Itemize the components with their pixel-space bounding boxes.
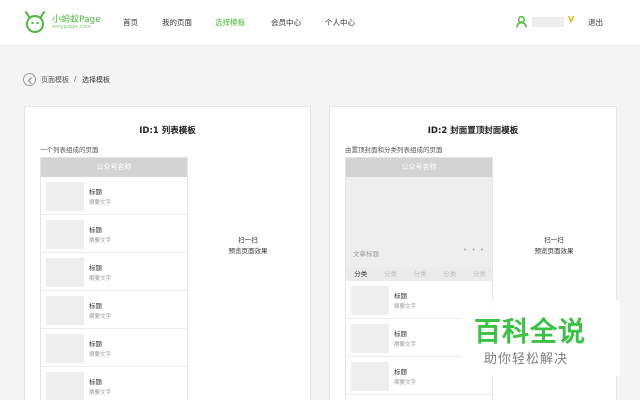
breadcrumb-separator: / bbox=[74, 75, 77, 83]
thumbnail-placeholder bbox=[351, 286, 389, 315]
thumbnail-placeholder bbox=[46, 182, 84, 211]
breadcrumb-current: 选择模板 bbox=[82, 76, 110, 84]
user-icon[interactable] bbox=[516, 16, 527, 28]
list-item: 标题 摘要文字 bbox=[41, 215, 187, 253]
scan-label: 扫一扫 bbox=[238, 236, 258, 244]
item-summary: 摘要文字 bbox=[89, 314, 112, 320]
item-title: 标题 bbox=[89, 188, 102, 196]
item-summary: 摘要文字 bbox=[89, 200, 112, 206]
category-tab: 分类 bbox=[354, 270, 368, 278]
category-tabs: 分类 分类 分类 分类 分类 bbox=[346, 267, 492, 281]
item-title: 标题 bbox=[394, 368, 407, 376]
scan-preview[interactable]: 扫一扫 预览页面效果 bbox=[514, 235, 594, 257]
item-summary: 摘要文字 bbox=[89, 390, 112, 396]
category-tab: 分类 bbox=[472, 270, 486, 278]
logo-subtitle: xmypage.com bbox=[52, 24, 92, 30]
category-tab: 分类 bbox=[443, 270, 457, 278]
template-description: 一个列表组成的页面 bbox=[40, 146, 99, 154]
thumbnail-placeholder bbox=[46, 296, 84, 325]
watermark-logo: 百科全说 bbox=[474, 317, 586, 348]
username-redacted[interactable] bbox=[532, 17, 564, 27]
template-title: ID:1 列表模板 bbox=[139, 126, 196, 136]
logout-link[interactable]: 退出 bbox=[588, 17, 603, 28]
cover-article-title: 文章标题 bbox=[353, 250, 379, 258]
top-header: 小蚂蚁Page xmypage.com 首页 我的页面 选择模板 会员中心 个人… bbox=[0, 0, 640, 46]
thumbnail-placeholder bbox=[46, 220, 84, 249]
category-tab: 分类 bbox=[413, 270, 427, 278]
item-summary: 摘要文字 bbox=[89, 276, 112, 282]
scan-preview-label: 预览页面效果 bbox=[228, 247, 268, 255]
template-description: 由置顶封面和分类列表组成的页面 bbox=[345, 146, 443, 154]
list-item: 标题 摘要文字 bbox=[41, 367, 187, 400]
thumbnail-placeholder bbox=[46, 334, 84, 363]
category-tab: 分类 bbox=[383, 270, 397, 278]
thumbnail-placeholder bbox=[46, 258, 84, 287]
account-name-bar: 公众号名称 bbox=[41, 158, 187, 177]
chevron-left-icon bbox=[27, 76, 32, 84]
item-title: 标题 bbox=[394, 292, 407, 300]
thumbnail-placeholder bbox=[351, 362, 389, 391]
item-title: 标题 bbox=[89, 264, 102, 272]
list-item: 标题 摘要文字 bbox=[41, 177, 187, 215]
list-item: 标题 摘要文字 bbox=[41, 329, 187, 367]
item-title: 标题 bbox=[89, 378, 102, 386]
item-title: 标题 bbox=[89, 340, 102, 348]
item-title: 标题 bbox=[89, 226, 102, 234]
nav-member-center[interactable]: 会员中心 bbox=[271, 17, 301, 28]
item-summary: 摘要文字 bbox=[89, 352, 112, 358]
template-title: ID:2 封面置顶封面模板 bbox=[427, 126, 519, 136]
list-item: 标题 摘要文字 bbox=[41, 291, 187, 329]
thumbnail-placeholder bbox=[46, 372, 84, 400]
more-dots-icon: • • • bbox=[463, 246, 485, 254]
nav-personal-center[interactable]: 个人中心 bbox=[325, 17, 355, 28]
item-summary: 摘要文字 bbox=[394, 342, 417, 348]
cover-image-placeholder: 文章标题 • • • bbox=[346, 177, 492, 267]
ant-logo-icon bbox=[25, 11, 45, 33]
template-card-list[interactable]: ID:1 列表模板 一个列表组成的页面 公众号名称 标题 摘要文字 标题 摘要文… bbox=[24, 106, 311, 400]
account-name-bar: 公众号名称 bbox=[346, 158, 492, 177]
scan-label: 扫一扫 bbox=[544, 236, 564, 244]
site-logo[interactable]: 小蚂蚁Page xmypage.com bbox=[24, 10, 101, 38]
nav-home[interactable]: 首页 bbox=[123, 17, 138, 28]
vip-badge: V bbox=[568, 15, 575, 24]
item-summary: 摘要文字 bbox=[394, 304, 417, 310]
item-summary: 摘要文字 bbox=[89, 238, 112, 244]
back-button[interactable] bbox=[23, 73, 36, 86]
item-title: 标题 bbox=[394, 330, 407, 338]
scan-preview-label: 预览页面效果 bbox=[534, 247, 574, 255]
nav-my-pages[interactable]: 我的页面 bbox=[162, 17, 192, 28]
watermark-slogan: 助你轻松解决 bbox=[484, 352, 569, 367]
watermark: 百科全说 助你轻松解决 bbox=[462, 300, 620, 376]
item-summary: 摘要文字 bbox=[394, 380, 417, 386]
breadcrumb-template-link[interactable]: 页面模板 bbox=[41, 75, 69, 85]
template-preview-phone: 公众号名称 标题 摘要文字 标题 摘要文字 标题 摘要文字 标题 摘要文字 标题… bbox=[40, 157, 188, 400]
item-title: 标题 bbox=[89, 302, 102, 310]
nav-select-template[interactable]: 选择模板 bbox=[215, 17, 245, 28]
scan-preview[interactable]: 扫一扫 预览页面效果 bbox=[208, 235, 288, 257]
list-item: 标题 摘要文字 bbox=[41, 253, 187, 291]
thumbnail-placeholder bbox=[351, 324, 389, 353]
